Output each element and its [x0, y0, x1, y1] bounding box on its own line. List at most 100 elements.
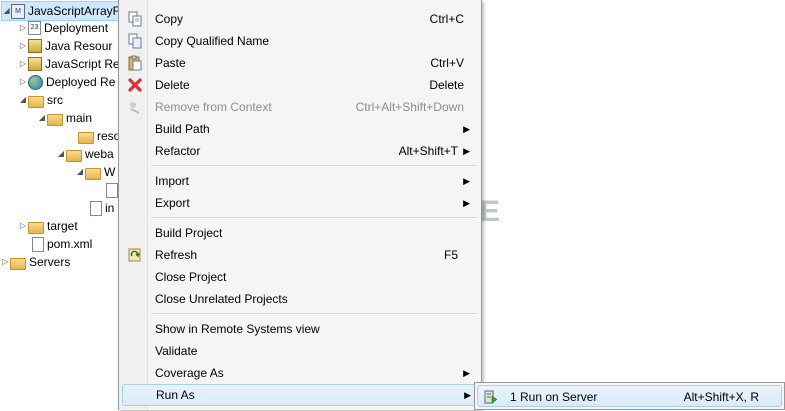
paste-icon [127, 55, 143, 71]
tree-item-label: target [47, 219, 78, 233]
submenu-arrow-icon: ▶ [463, 176, 470, 186]
tree-item-java-resources[interactable]: ▷ Java Resour [18, 37, 112, 55]
tree-item-src[interactable]: ◢ src [18, 91, 63, 109]
menu-item-run-on-server[interactable]: 1 Run on Server Alt+Shift+X, R [477, 385, 782, 407]
menu-item-build-path[interactable]: Build Path ▶ [122, 118, 478, 140]
expand-arrow-icon[interactable]: ▷ [18, 73, 28, 91]
tree-item-main[interactable]: ◢ main [37, 109, 92, 127]
submenu-arrow-icon: ▶ [463, 146, 470, 156]
tree-item-label: in [105, 201, 115, 215]
java-resources-icon [28, 39, 42, 53]
expand-arrow-icon[interactable]: ▷ [0, 253, 10, 271]
collapse-arrow-icon[interactable]: ◢ [18, 91, 28, 109]
menu-item-label: Copy [155, 12, 184, 26]
menu-separator [151, 313, 477, 315]
file-icon [90, 200, 102, 216]
tree-item-label: main [66, 111, 93, 125]
project-icon: M [11, 3, 25, 19]
menu-item-label: Import [155, 174, 190, 188]
tree-item-project[interactable]: ◢ M JavaScriptArrayF [1, 1, 121, 21]
menu-item-label: Copy Qualified Name [155, 34, 270, 48]
folder-icon [85, 167, 101, 180]
menu-item-shortcut: Delete [429, 78, 464, 92]
copy-icon [127, 11, 143, 27]
submenu-arrow-icon: ▶ [464, 390, 471, 400]
tree-item-webapp[interactable]: ◢ weba [56, 145, 114, 163]
menu-item-label: Delete [155, 78, 190, 92]
menu-item-refactor[interactable]: Refactor Alt+Shift+T ▶ [122, 140, 478, 162]
expand-arrow-icon[interactable]: ▷ [18, 19, 28, 37]
menu-item-paste[interactable]: Paste Ctrl+V [122, 52, 478, 74]
menu-item-validate[interactable]: Validate [122, 340, 478, 362]
tree-item-label: Deployed Re [46, 75, 116, 89]
menu-item-label: Show in Remote Systems view [155, 322, 320, 336]
remove-from-context-icon [127, 99, 143, 115]
menu-item-close-project[interactable]: Close Project [122, 266, 478, 288]
maven-file-icon [32, 236, 44, 252]
menu-item-label: Close Project [155, 270, 227, 284]
menu-item-label: Close Unrelated Projects [155, 292, 288, 306]
menu-item-close-unrelated-projects[interactable]: Close Unrelated Projects [122, 288, 478, 310]
collapse-arrow-icon[interactable]: ◢ [75, 163, 85, 181]
tree-item-label: Servers [29, 255, 71, 269]
folder-icon [78, 131, 94, 144]
menu-item-label: Refresh [155, 248, 198, 262]
menu-item-show-in-remote-systems[interactable]: Show in Remote Systems view [122, 318, 478, 340]
menu-item-label: Run As [156, 388, 195, 402]
folder-icon [66, 149, 82, 162]
menu-item-remove-from-context[interactable]: Remove from Context Ctrl+Alt+Shift+Down [122, 96, 478, 118]
menu-item-copy-qualified-name[interactable]: Copy Qualified Name [122, 30, 478, 52]
xml-file-icon [106, 182, 118, 198]
menu-item-label: Export [155, 196, 190, 210]
menu-item-label: Coverage As [155, 366, 224, 380]
tree-item-label: Java Resour [45, 39, 113, 53]
collapse-arrow-icon[interactable]: ◢ [37, 109, 47, 127]
menu-item-copy[interactable]: Copy Ctrl+C [122, 8, 478, 30]
menu-item-label: Paste [155, 56, 186, 70]
collapse-arrow-icon[interactable]: ◢ [2, 2, 11, 20]
tree-item-index-file[interactable]: in [88, 199, 114, 217]
expand-arrow-icon[interactable]: ▷ [18, 55, 28, 73]
tree-item-label: Deployment [44, 21, 109, 35]
menu-item-shortcut: Alt+Shift+T [398, 144, 458, 158]
tree-item-deployed-resources[interactable]: ▷ Deployed Re [18, 73, 115, 91]
menu-item-coverage-as[interactable]: Coverage As ▶ [122, 362, 478, 384]
run-as-submenu: 1 Run on Server Alt+Shift+X, R [474, 382, 785, 410]
tree-item-label: weba [85, 147, 114, 161]
tree-item-javascript-resources[interactable]: ▷ JavaScript Re [18, 55, 120, 73]
tree-item-deployment[interactable]: ▷ 23 Deployment [18, 19, 108, 37]
tree-item-label: src [47, 93, 63, 107]
menu-separator [151, 217, 477, 219]
tree-item-web-inf[interactable]: ◢ W [75, 163, 115, 181]
menu-item-export[interactable]: Export ▶ [122, 192, 478, 214]
menu-item-refresh[interactable]: Refresh F5 [122, 244, 478, 266]
submenu-arrow-icon: ▶ [463, 124, 470, 134]
menu-item-label: Build Project [155, 226, 223, 240]
delete-icon [127, 77, 143, 93]
expand-arrow-icon[interactable]: ▷ [18, 37, 28, 55]
menu-item-delete[interactable]: Delete Delete [122, 74, 478, 96]
expand-arrow-icon[interactable]: ▷ [18, 217, 28, 235]
menu-item-shortcut: Ctrl+V [430, 56, 464, 70]
menu-separator [151, 165, 477, 167]
menu-item-build-project[interactable]: Build Project [122, 222, 478, 244]
tree-item-target[interactable]: ▷ target [18, 217, 78, 235]
menu-item-import[interactable]: Import ▶ [122, 170, 478, 192]
tree-item-label: JavaScript Re [45, 57, 120, 71]
tree-item-servers[interactable]: ▷ Servers [0, 253, 70, 271]
menu-item-shortcut: Ctrl+C [429, 12, 464, 26]
run-on-server-icon [484, 389, 498, 404]
menu-item-shortcut: Alt+Shift+X, R [683, 390, 759, 404]
tree-item-pom[interactable]: pom.xml [30, 235, 92, 253]
copy-qualified-name-icon [127, 33, 143, 49]
folder-icon [47, 113, 63, 126]
submenu-arrow-icon: ▶ [463, 368, 470, 378]
menu-item-shortcut: F5 [443, 248, 458, 262]
menu-item-run-as[interactable]: Run As ▶ [122, 384, 480, 406]
menu-item-label: Validate [155, 344, 198, 358]
menu-item-label: Remove from Context [155, 100, 272, 114]
tree-item-label: pom.xml [47, 237, 93, 251]
collapse-arrow-icon[interactable]: ◢ [56, 145, 66, 163]
menu-item-label: Build Path [155, 122, 210, 136]
tree-item-label: JavaScriptArrayF [27, 4, 120, 18]
